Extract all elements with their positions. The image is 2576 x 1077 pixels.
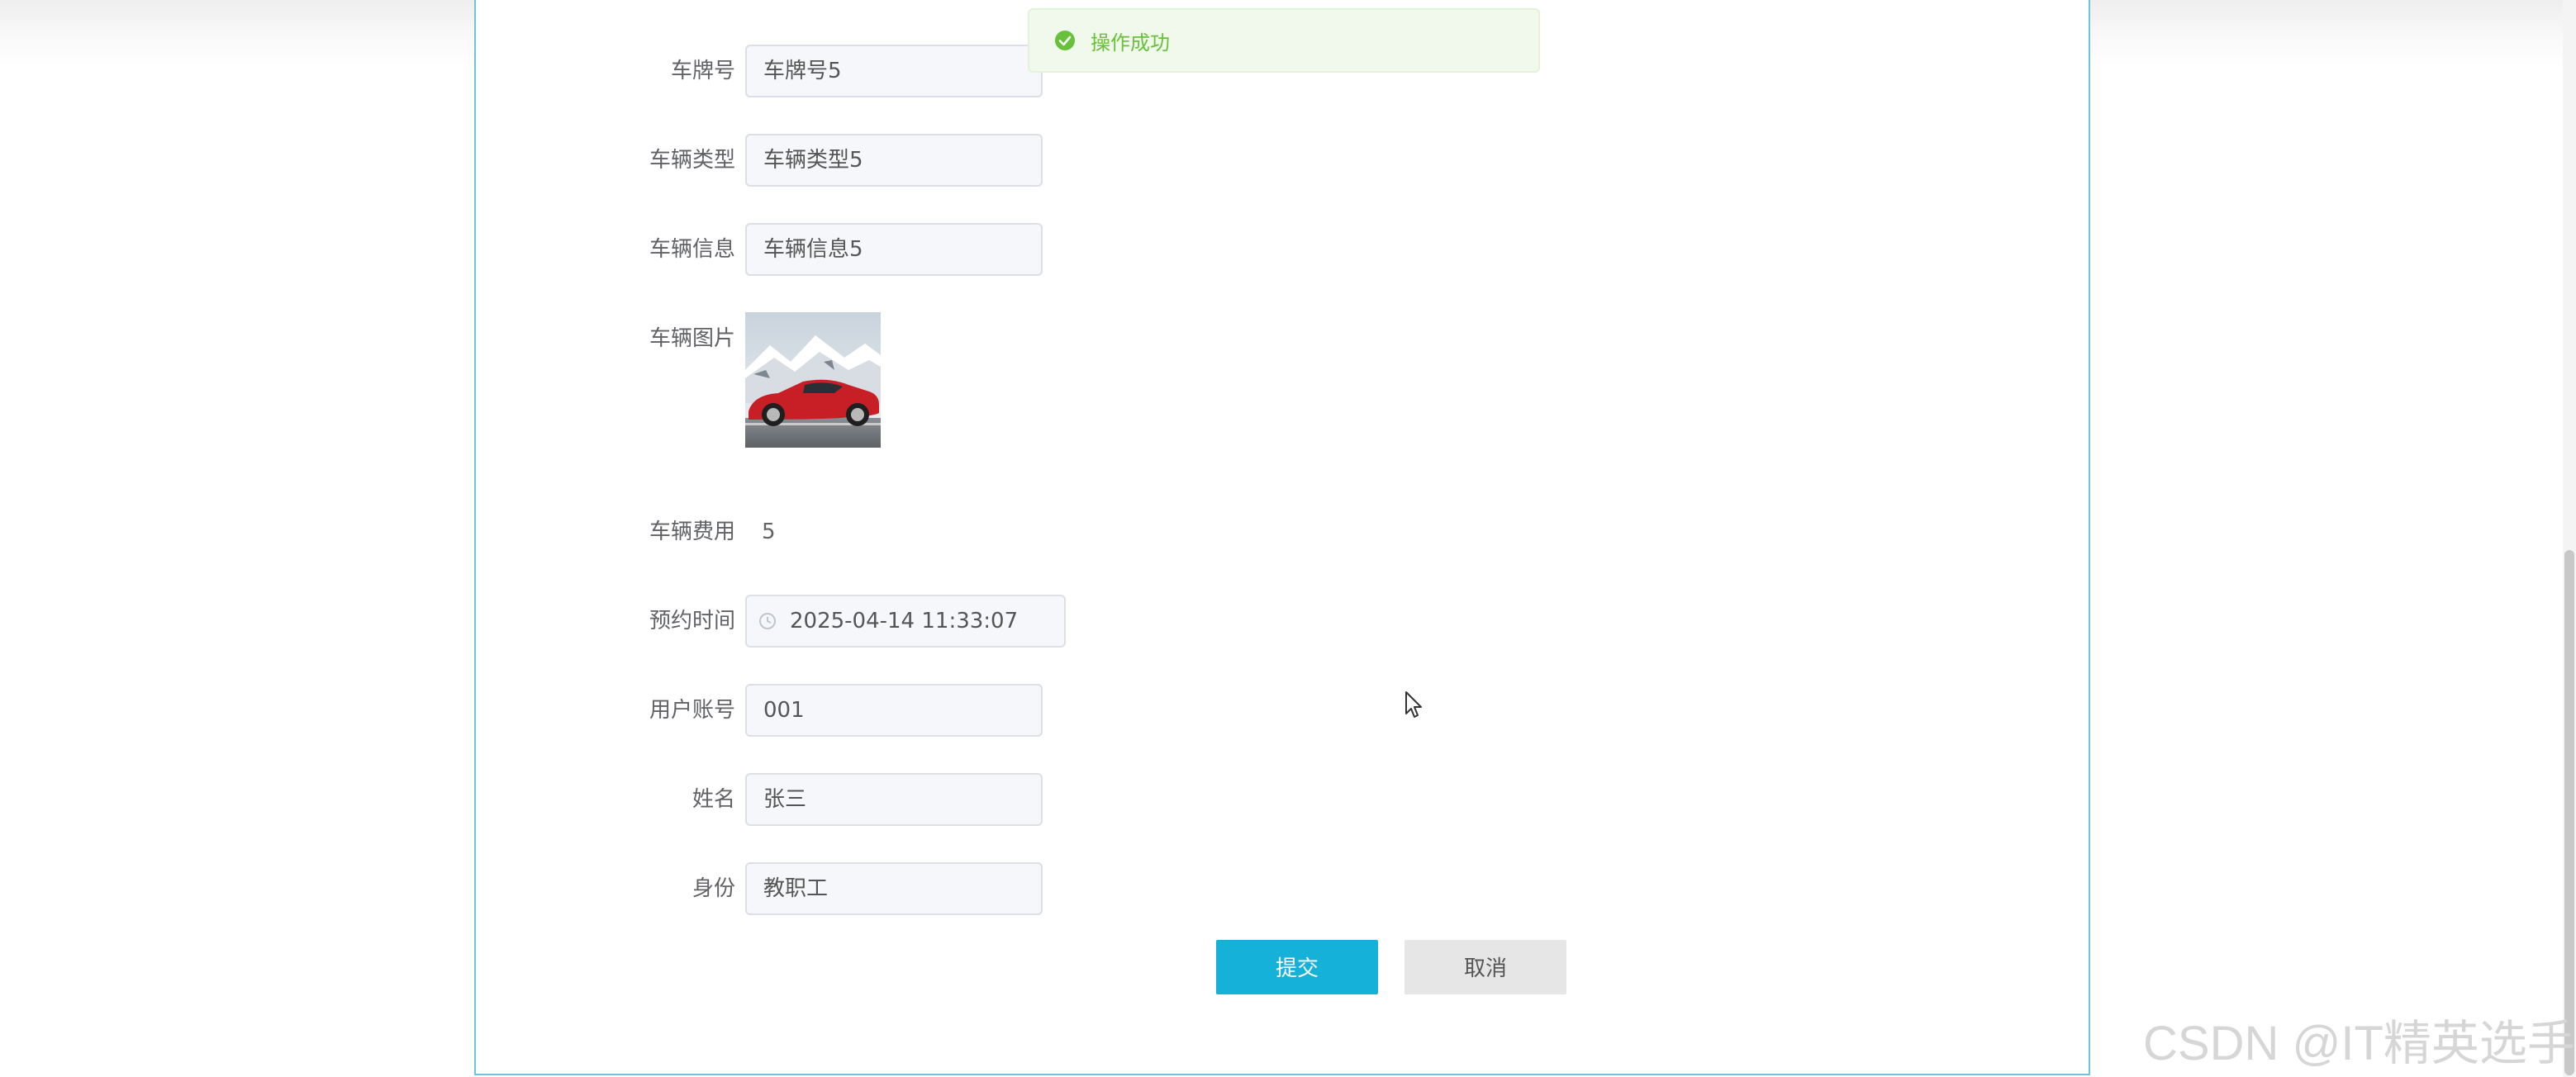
user-account-field[interactable]: 001 bbox=[745, 684, 1043, 737]
booking-time-label: 预约时间 bbox=[649, 609, 735, 633]
submit-button[interactable]: 提交 bbox=[1216, 940, 1378, 994]
check-circle-icon bbox=[1055, 31, 1075, 50]
vehicle-fee-value: 5 bbox=[762, 520, 776, 544]
vehicle-info-label: 车辆信息 bbox=[649, 237, 735, 262]
identity-label: 身份 bbox=[692, 876, 735, 901]
toast-message: 操作成功 bbox=[1091, 31, 1170, 55]
mouse-cursor-icon bbox=[1405, 691, 1422, 718]
watermark: CSDN @IT精英选手 bbox=[2143, 1017, 2575, 1070]
page: 车牌号 车牌号5 车辆类型 车辆类型5 车辆信息 车辆信息5 车辆图片 车辆费用… bbox=[0, 0, 2576, 1077]
vehicle-type-field[interactable]: 车辆类型5 bbox=[745, 134, 1043, 187]
vehicle-info-field[interactable]: 车辆信息5 bbox=[745, 223, 1043, 276]
plate-label: 车牌号 bbox=[670, 59, 735, 83]
car-photo-icon bbox=[745, 312, 881, 448]
booking-time-picker[interactable]: 2025-04-14 11:33:07 bbox=[745, 595, 1066, 648]
vehicle-image-label: 车辆图片 bbox=[649, 326, 735, 351]
identity-field[interactable]: 教职工 bbox=[745, 862, 1043, 915]
scrollbar-thumb[interactable] bbox=[2564, 550, 2574, 1075]
scrollbar-track[interactable] bbox=[2563, 0, 2576, 1077]
cancel-button[interactable]: 取消 bbox=[1404, 940, 1566, 994]
booking-time-value: 2025-04-14 11:33:07 bbox=[790, 609, 1019, 633]
vehicle-type-label: 车辆类型 bbox=[649, 148, 735, 173]
name-field[interactable]: 张三 bbox=[745, 773, 1043, 826]
user-account-label: 用户账号 bbox=[649, 698, 735, 723]
success-toast: 操作成功 bbox=[1028, 8, 1540, 73]
clock-icon bbox=[759, 613, 776, 629]
vehicle-image[interactable] bbox=[745, 312, 881, 448]
vehicle-fee-label: 车辆费用 bbox=[649, 520, 735, 544]
plate-field[interactable]: 车牌号5 bbox=[745, 45, 1043, 97]
name-label: 姓名 bbox=[692, 787, 735, 812]
